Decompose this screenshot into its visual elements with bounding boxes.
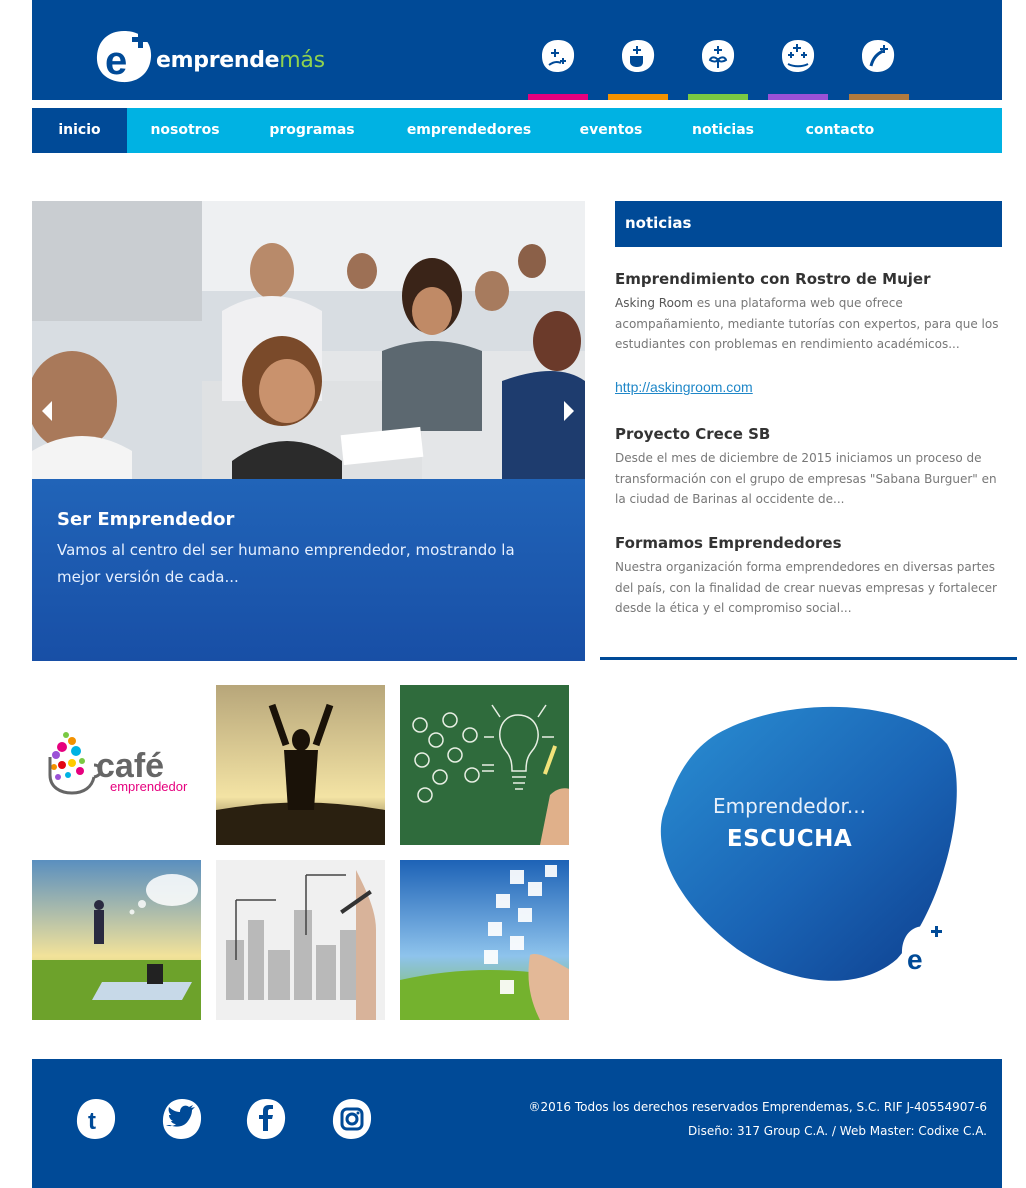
puzzle-hand-photo: [400, 860, 569, 1020]
escucha-logo-icon: e: [901, 926, 952, 976]
tile-city-sketch[interactable]: [216, 860, 385, 1020]
tile-puzzle[interactable]: [400, 860, 569, 1020]
nav-item-nosotros[interactable]: nosotros: [139, 108, 231, 153]
cafe-subtitle: emprendedor: [110, 779, 188, 794]
tile-dream-field[interactable]: [32, 860, 201, 1020]
news-header-title: noticias: [625, 214, 692, 232]
footer-credits: Diseño: 317 Group C.A. / Web Master: Cod…: [688, 1124, 987, 1138]
escucha-subtitle: Emprendedor...: [713, 794, 866, 818]
nav-item-programas[interactable]: programas: [258, 108, 366, 153]
category-bar-pink: [528, 94, 588, 100]
svg-text:e: e: [907, 944, 923, 975]
slide-title[interactable]: Ser Emprendedor: [57, 509, 234, 530]
nav-item-contacto[interactable]: contacto: [792, 108, 888, 153]
facebook-icon[interactable]: [244, 1097, 288, 1141]
news-item-title[interactable]: Formamos Emprendedores: [615, 533, 1005, 553]
slider-prev-arrow[interactable]: [42, 401, 52, 421]
chalkboard-bulbs-photo: [400, 685, 569, 845]
svg-text:t: t: [88, 1108, 96, 1135]
logo-mark-icon: e: [96, 31, 152, 83]
news-item-title[interactable]: Emprendimiento con Rostro de Mujer: [615, 269, 1005, 289]
logo-wordmark: emprendemás: [156, 48, 325, 73]
news-item-text: Nuestra organización forma emprendedores…: [615, 560, 997, 615]
svg-text:e: e: [105, 39, 127, 83]
twitter-icon[interactable]: [160, 1097, 204, 1141]
hero-slider[interactable]: Ser Emprendedor Vamos al centro del ser …: [32, 201, 585, 661]
nav-item-inicio[interactable]: inicio: [32, 108, 127, 153]
plant-plus-icon[interactable]: [700, 38, 736, 74]
tile-victory-sunset[interactable]: [216, 685, 385, 845]
tile-chalk-bulbs[interactable]: [400, 685, 569, 845]
category-bar-orange: [608, 94, 668, 100]
news-item: Emprendimiento con Rostro de Mujer Askin…: [615, 269, 1005, 355]
category-bar-green: [688, 94, 748, 100]
news-item-lead: Asking Room: [615, 296, 693, 310]
dream-field-photo: [32, 860, 201, 1020]
news-item-text: Asking Room es una plataforma web que of…: [615, 293, 1005, 355]
nav-item-emprendedores[interactable]: emprendedores: [396, 108, 542, 153]
site-logo[interactable]: e emprendemás: [94, 28, 334, 88]
escucha-title: ESCUCHA: [726, 826, 853, 852]
tumblr-icon[interactable]: t: [74, 1097, 118, 1141]
cafe-emprendedor-logo: café emprendedor: [32, 685, 201, 845]
escucha-banner[interactable]: e Emprendedor... ESCUCHA: [657, 704, 957, 984]
city-sketch-photo: [216, 860, 385, 1020]
news-item: Formamos Emprendedores Nuestra organizac…: [615, 533, 1005, 619]
askingroom-link[interactable]: http://askingroom.com: [615, 379, 753, 395]
group-plus-icon[interactable]: [780, 38, 816, 74]
category-bar-brown: [849, 94, 909, 100]
nav-item-noticias[interactable]: noticias: [682, 108, 764, 153]
slider-next-arrow[interactable]: [564, 401, 574, 421]
victory-sunset-photo: [216, 685, 385, 845]
news-header: noticias: [615, 201, 1002, 247]
nav-item-eventos[interactable]: eventos: [570, 108, 652, 153]
news-item-title[interactable]: Proyecto Crece SB: [615, 424, 1005, 444]
category-bar-purple: [768, 94, 828, 100]
coffee-plus-icon[interactable]: [620, 38, 656, 74]
footer-copyright: ®2016 Todos los derechos reservados Empr…: [528, 1100, 987, 1114]
hand-plus-icon[interactable]: [540, 38, 576, 74]
slide-caption: Ser Emprendedor Vamos al centro del ser …: [32, 479, 585, 661]
news-item-text: Desde el mes de diciembre de 2015 inicia…: [615, 451, 997, 506]
tile-cafe-emprendedor[interactable]: café emprendedor: [32, 685, 201, 845]
slide-text: Vamos al centro del ser humano emprended…: [57, 541, 515, 586]
news-item: Proyecto Crece SB Desde el mes de diciem…: [615, 424, 1005, 510]
news-divider: [600, 657, 1017, 660]
instagram-icon[interactable]: [330, 1097, 374, 1141]
growth-arrow-icon[interactable]: [860, 38, 896, 74]
main-nav: inicio nosotros programas emprendedores …: [32, 108, 1002, 153]
slide-photo-classroom: [32, 201, 585, 479]
